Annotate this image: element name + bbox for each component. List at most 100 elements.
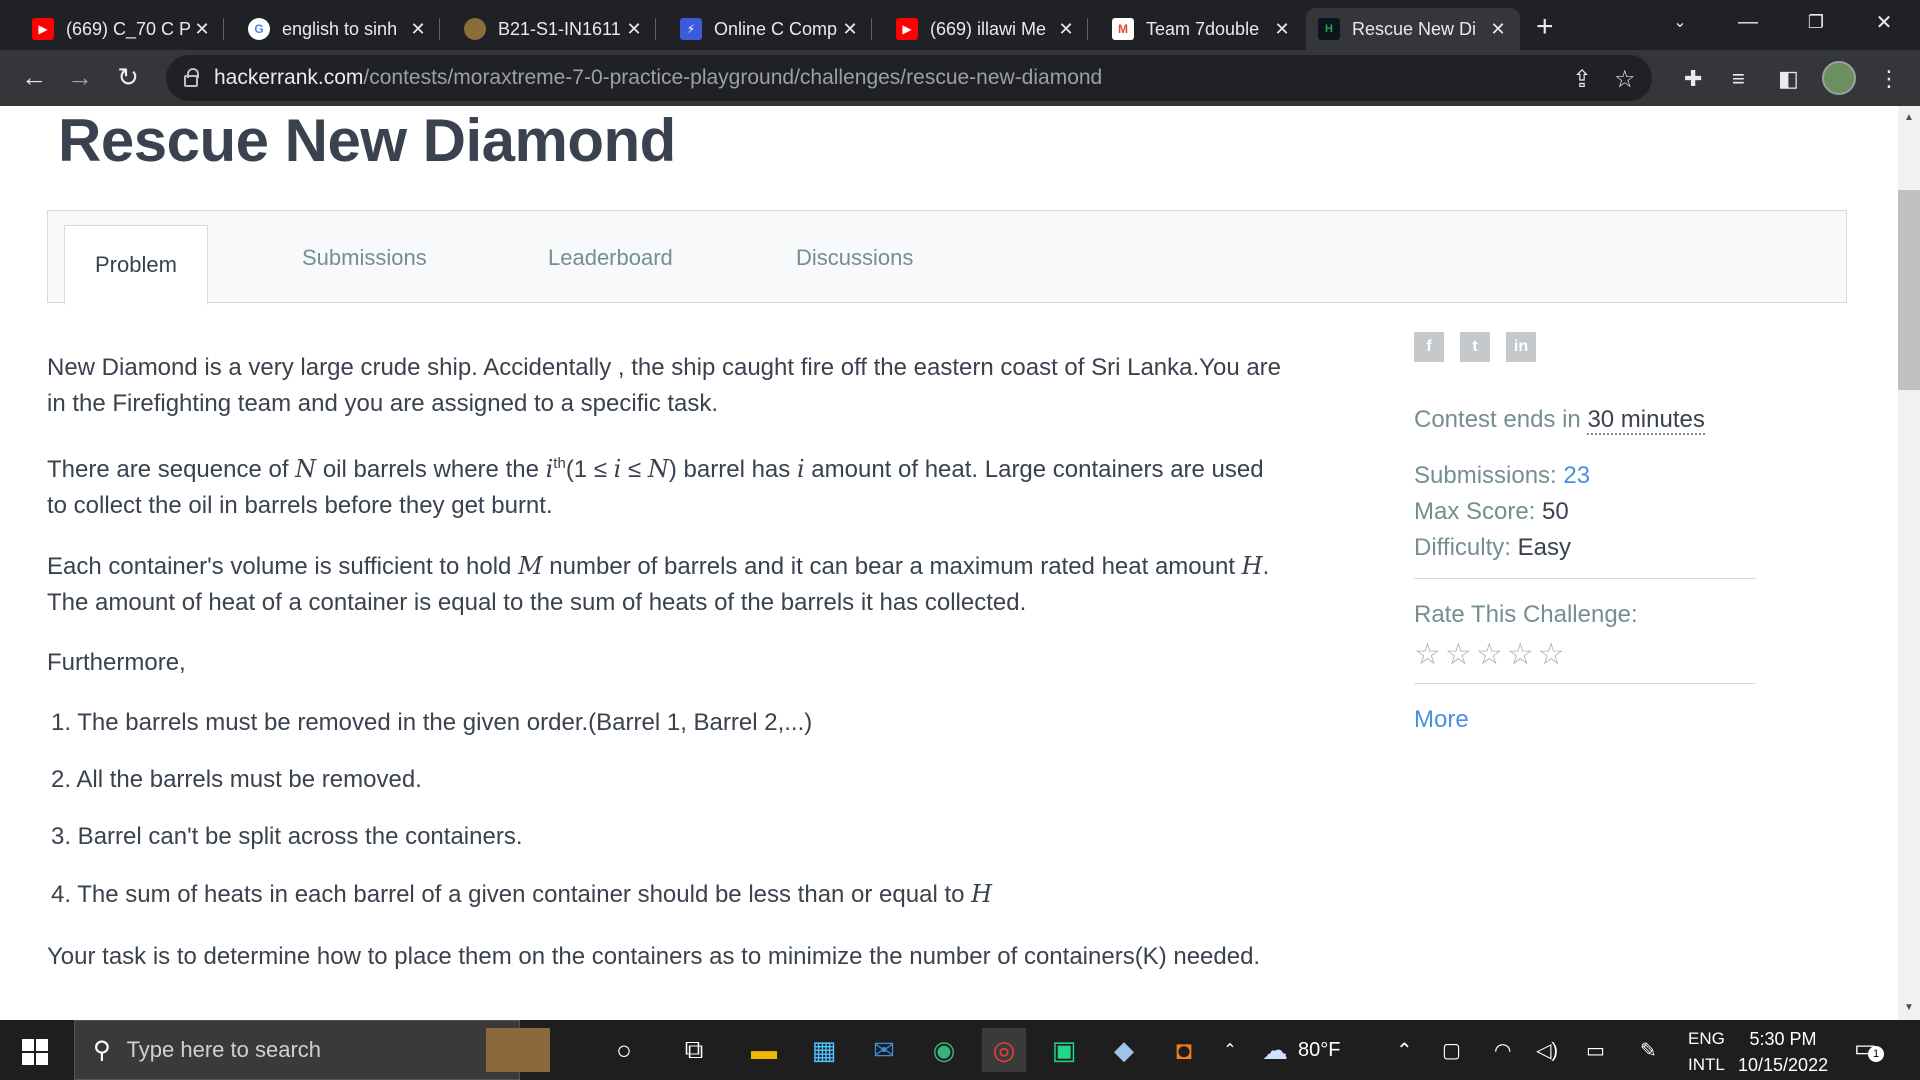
youtube-icon: ▶ xyxy=(32,18,54,40)
browser-tab-5[interactable]: ▶ (669) illawi Me ✕ xyxy=(884,8,1088,50)
close-icon[interactable]: ✕ xyxy=(840,19,860,40)
chrome-icon[interactable]: ◎ xyxy=(982,1028,1026,1072)
search-highlight-image[interactable] xyxy=(486,1028,550,1072)
more-link[interactable]: More xyxy=(1414,702,1756,738)
scrollbar-thumb[interactable] xyxy=(1898,190,1920,390)
taskbar-search-input[interactable]: ⚲ Type here to search xyxy=(74,1020,520,1080)
tab-title: (669) C_70 C Pr xyxy=(66,18,192,39)
twitter-icon[interactable]: t xyxy=(1460,332,1490,362)
contest-ends-value: 30 minutes xyxy=(1587,406,1705,435)
tab-separator xyxy=(871,18,872,40)
forward-arrow-icon[interactable]: → xyxy=(62,62,98,93)
star-icon[interactable]: ☆ xyxy=(1445,639,1472,671)
url-path: /contests/moraxtreme-7-0-practice-playgr… xyxy=(363,66,1103,89)
challenge-sidebar: f t in Contest ends in 30 minutes Submis… xyxy=(1414,332,1756,738)
tray-overflow-icon[interactable]: ⌃ xyxy=(1396,1020,1413,1080)
back-arrow-icon[interactable]: ← xyxy=(16,62,52,93)
minimize-icon[interactable]: — xyxy=(1718,0,1778,44)
profile-avatar[interactable] xyxy=(1822,61,1856,95)
volume-icon[interactable]: ◁) xyxy=(1536,1020,1558,1080)
browser-tab-3[interactable]: B21-S1-IN1611 ✕ xyxy=(452,8,656,50)
edge-icon[interactable]: ◉ xyxy=(922,1028,966,1072)
list-item: 1. The barrels must be removed in the gi… xyxy=(51,709,813,736)
close-icon[interactable]: ✕ xyxy=(624,19,644,40)
bookmark-star-icon[interactable]: ☆ xyxy=(1614,65,1636,94)
media-queue-icon[interactable]: ≡ xyxy=(1732,66,1745,92)
close-icon[interactable]: ✕ xyxy=(1272,19,1292,40)
notebook-icon[interactable]: ◆ xyxy=(1102,1028,1146,1072)
file-explorer-icon[interactable]: ▬ xyxy=(742,1028,786,1072)
browser-tab-active[interactable]: H Rescue New Di ✕ xyxy=(1306,8,1520,50)
close-icon[interactable]: ✕ xyxy=(1488,19,1508,40)
paragraph-task: Your task is to determine how to place t… xyxy=(47,943,1261,970)
windows-taskbar: ⚲ Type here to search ○ ⧉ ▬ ▦ ✉ ◉ ◎ ▣ ◆ … xyxy=(0,1020,1920,1080)
list-item: 2. All the barrels must be removed. xyxy=(51,766,422,793)
star-icon[interactable]: ☆ xyxy=(1414,639,1441,671)
browser-tab-1[interactable]: ▶ (669) C_70 C Pr ✕ xyxy=(20,8,224,50)
scroll-down-arrow-icon[interactable]: ▼ xyxy=(1898,1002,1920,1013)
tab-search-chevron-icon[interactable]: ⌄ xyxy=(1650,0,1710,44)
tab-discussions[interactable]: Discussions xyxy=(796,211,913,304)
browser-tab-6[interactable]: M Team 7double ✕ xyxy=(1100,8,1304,50)
rating-stars: ☆ ☆ ☆ ☆ ☆ xyxy=(1414,639,1756,671)
new-tab-plus-icon[interactable]: + xyxy=(1536,10,1554,44)
language-indicator[interactable]: ENG INTL xyxy=(1688,1026,1725,1078)
cortana-icon[interactable]: ○ xyxy=(602,1028,646,1072)
address-bar[interactable]: hackerrank.com/contests/moraxtreme-7-0-p… xyxy=(166,55,1652,101)
notification-icon[interactable]: ▭ 1 xyxy=(1854,1034,1884,1064)
store-icon[interactable]: ▦ xyxy=(802,1028,846,1072)
tab-title: B21-S1-IN1611 xyxy=(498,18,621,39)
text: ) barrel has xyxy=(668,456,797,483)
weather-widget[interactable]: ☁ 80°F xyxy=(1262,1020,1340,1080)
browser-tab-2[interactable]: G english to sinh ✕ xyxy=(236,8,440,50)
windows-start-icon[interactable] xyxy=(22,1039,48,1065)
max-score-value: 50 xyxy=(1542,498,1569,525)
close-icon[interactable]: ✕ xyxy=(192,19,212,40)
menu-dots-icon[interactable]: ⋮ xyxy=(1878,66,1900,92)
star-icon[interactable]: ☆ xyxy=(1538,639,1565,671)
tab-title: Team 7double xyxy=(1146,18,1260,39)
share-icon[interactable]: ⇪ xyxy=(1572,65,1592,94)
google-icon: G xyxy=(248,18,270,40)
tab-submissions[interactable]: Submissions xyxy=(302,211,427,304)
clion-icon[interactable]: ▣ xyxy=(1042,1028,1086,1072)
page-content: Rescue New Diamond Problem Submissions L… xyxy=(0,106,1898,1021)
extensions-puzzle-icon[interactable]: ✚ xyxy=(1684,66,1702,92)
system-clock[interactable]: 5:30 PM 10/15/2022 xyxy=(1738,1026,1828,1078)
list-item: 4. The sum of heats in each barrel of a … xyxy=(47,876,1287,913)
display-icon[interactable]: ▢ xyxy=(1442,1020,1461,1080)
battery-icon[interactable]: ▭ xyxy=(1586,1020,1605,1080)
close-window-icon[interactable]: ✕ xyxy=(1854,0,1914,44)
scroll-up-arrow-icon[interactable]: ▲ xyxy=(1898,112,1920,123)
difficulty-label: Difficulty: xyxy=(1414,534,1518,561)
hackerrank-icon: H xyxy=(1318,18,1340,40)
close-icon[interactable]: ✕ xyxy=(408,19,428,40)
close-icon[interactable]: ✕ xyxy=(1056,19,1076,40)
submissions-link[interactable]: 23 xyxy=(1563,462,1590,489)
tab-problem[interactable]: Problem xyxy=(64,225,208,305)
tab-separator xyxy=(223,18,224,40)
side-panel-icon[interactable]: ◧ xyxy=(1778,66,1799,92)
pdf-app-icon[interactable]: ◘ xyxy=(1162,1028,1206,1072)
text: (1 ≤ xyxy=(565,456,614,483)
mail-icon[interactable]: ✉ xyxy=(862,1028,906,1072)
star-icon[interactable]: ☆ xyxy=(1507,639,1534,671)
paragraph-furthermore: Furthermore, xyxy=(47,649,186,676)
browser-tab-strip: ▶ (669) C_70 C Pr ✕ G english to sinh ✕ … xyxy=(0,0,1920,50)
cloud-icon: ☁ xyxy=(1262,1034,1288,1065)
linkedin-icon[interactable]: in xyxy=(1506,332,1536,362)
social-share: f t in xyxy=(1414,332,1756,362)
text: There are sequence of xyxy=(47,456,296,483)
wifi-icon[interactable]: ◠ xyxy=(1494,1020,1511,1080)
challenge-tabs: Problem Submissions Leaderboard Discussi… xyxy=(47,210,1847,305)
reload-icon[interactable]: ↻ xyxy=(110,62,146,93)
pen-icon[interactable]: ✎ xyxy=(1640,1020,1657,1080)
star-icon[interactable]: ☆ xyxy=(1476,639,1503,671)
facebook-icon[interactable]: f xyxy=(1414,332,1444,362)
chevron-up-icon[interactable]: ⌃ xyxy=(1216,1028,1244,1072)
divider xyxy=(1414,683,1756,684)
tab-leaderboard[interactable]: Leaderboard xyxy=(548,211,673,304)
restore-icon[interactable]: ❐ xyxy=(1786,0,1846,44)
browser-tab-4[interactable]: ⚡ Online C Comp ✕ xyxy=(668,8,872,50)
task-view-icon[interactable]: ⧉ xyxy=(672,1028,716,1072)
